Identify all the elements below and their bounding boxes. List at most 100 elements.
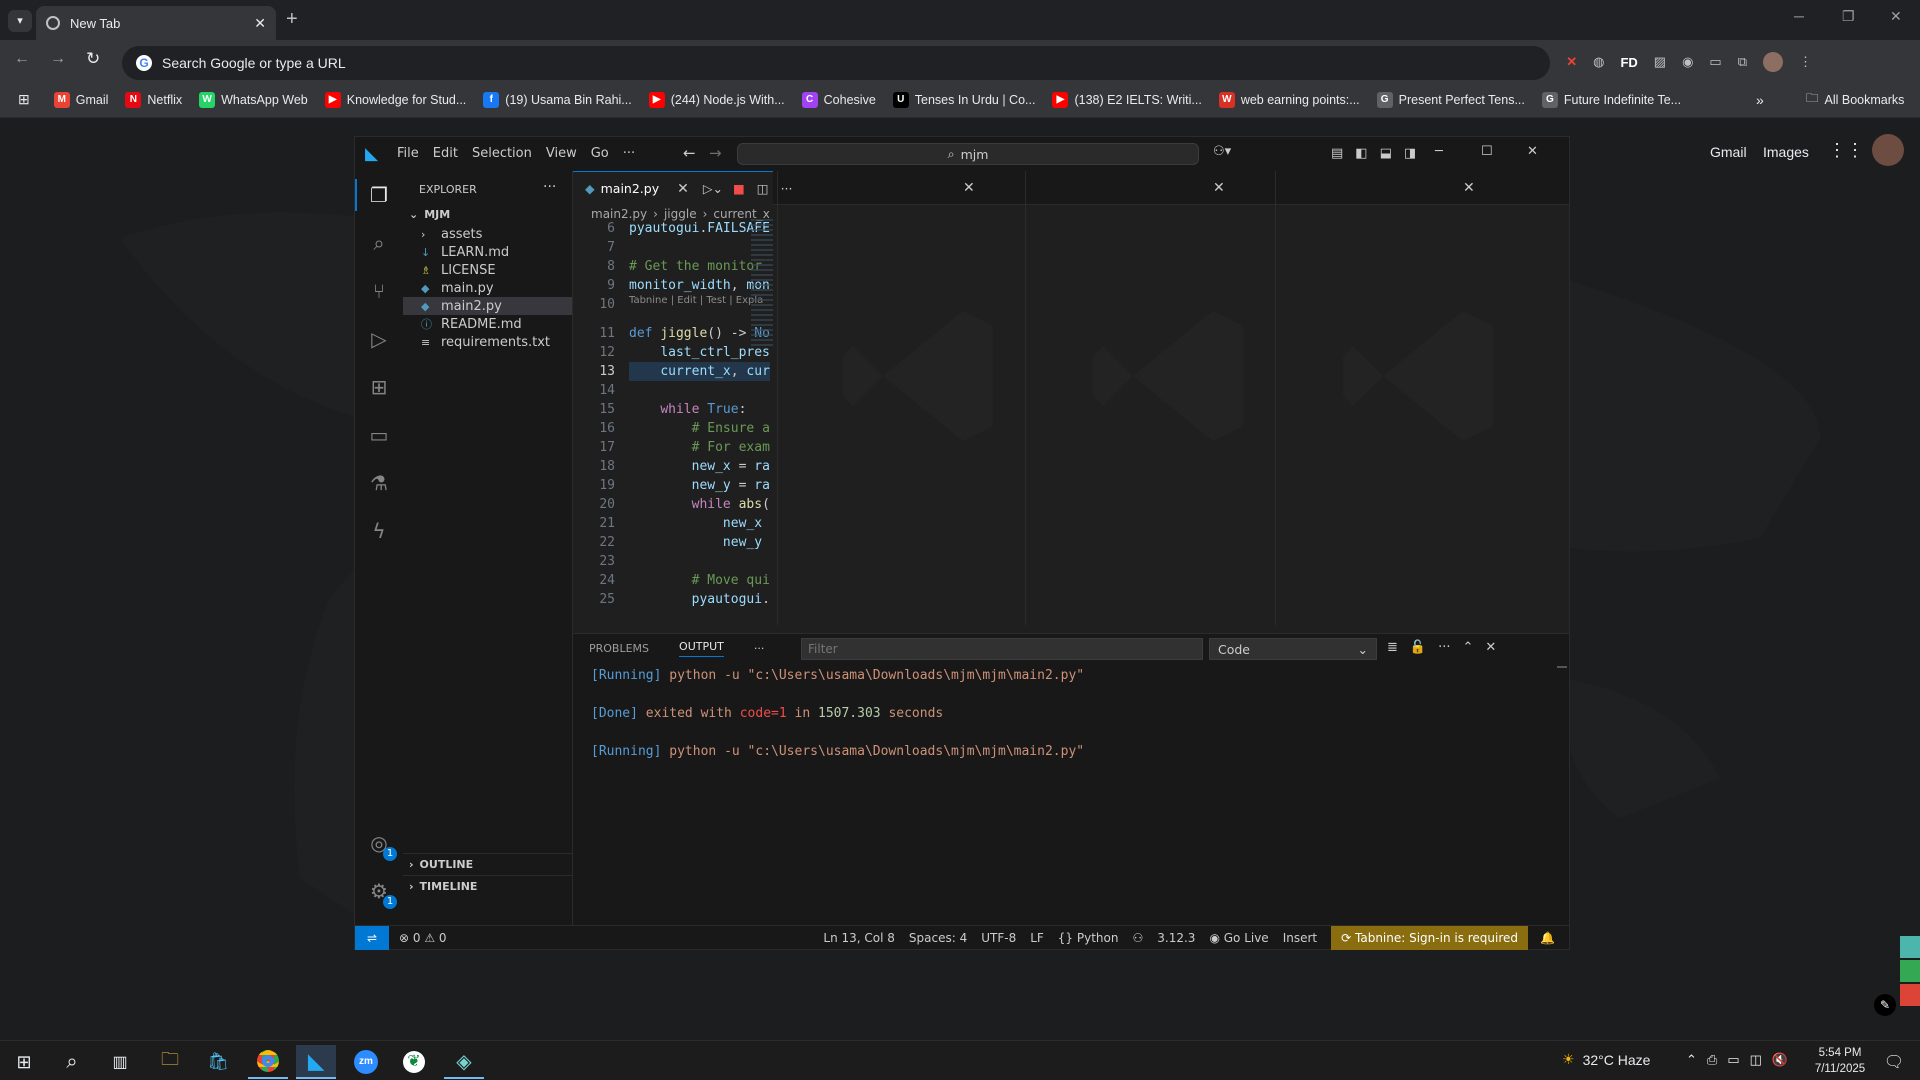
close-tab-icon[interactable]: ✕ (254, 15, 266, 32)
bookmark-item[interactable]: ▶ Knowledge for Stud... (324, 91, 466, 108)
bookmark-item[interactable]: f (19) Usama Bin Rahi... (483, 91, 632, 108)
reload-icon[interactable]: ↻ (86, 49, 100, 69)
line-ending[interactable]: LF (1030, 931, 1044, 945)
nav-back-icon[interactable]: ← (683, 144, 696, 162)
tabnine-codelens[interactable]: Tabnine | Edit | Test | Expla (629, 295, 763, 306)
testing-flask-icon[interactable]: ⚗ (367, 471, 391, 495)
close-group-3-icon[interactable]: ✕ (1213, 180, 1225, 196)
remote-explorer-icon[interactable]: ▭ (367, 423, 391, 447)
panel-overflow-icon[interactable]: ··· (1438, 640, 1450, 655)
bookmark-item[interactable]: W WhatsApp Web (199, 91, 308, 108)
file-tree-item[interactable]: ↓ LEARN.md (403, 243, 572, 261)
weather-widget[interactable]: ☀ 32°C Haze (1562, 1051, 1650, 1068)
side-widget-red[interactable] (1900, 984, 1920, 1006)
omnibox[interactable]: G Search Google or type a URL (122, 46, 1550, 80)
bookmark-item[interactable]: G Future Indefinite Te... (1541, 91, 1681, 108)
insert-mode[interactable]: Insert (1283, 931, 1317, 945)
gmail-link[interactable]: Gmail (1710, 144, 1747, 160)
customize-layout-icon[interactable]: ▤ (1331, 146, 1343, 161)
clear-output-icon[interactable]: ≣ (1387, 640, 1398, 655)
remote-indicator-icon[interactable]: ⇌ (355, 925, 389, 950)
bookmark-item[interactable]: ▶ (244) Node.js With... (648, 91, 785, 108)
bookmark-item[interactable]: M Gmail (53, 91, 108, 108)
volume-muted-icon[interactable]: 🔇 (1772, 1052, 1788, 1068)
network-warning-icon[interactable]: ⎙ (1707, 1052, 1717, 1068)
menu-item[interactable]: ··· (623, 146, 635, 161)
profile-avatar[interactable] (1763, 52, 1784, 72)
split-editor-icon[interactable]: ◫ (757, 181, 769, 196)
indentation[interactable]: Spaces: 4 (909, 931, 967, 945)
copilot-status-icon[interactable]: ⚇ (1133, 931, 1144, 945)
menu-item[interactable]: View (546, 146, 577, 161)
google-apps-icon[interactable]: ⋮⋮ (1828, 140, 1864, 161)
close-panel-icon[interactable]: ✕ (1485, 640, 1496, 655)
side-widget-teal[interactable] (1900, 936, 1920, 958)
all-bookmarks-button[interactable]: 🗀 All Bookmarks (1806, 89, 1904, 110)
tab-output[interactable]: OUTPUT (679, 640, 724, 657)
problems-status[interactable]: ⊗ 0 ⚠ 0 (399, 931, 447, 945)
browser-tab-new-tab[interactable]: New Tab ✕ (36, 6, 276, 40)
cursor-position[interactable]: Ln 13, Col 8 (823, 931, 895, 945)
menu-item[interactable]: Go (591, 146, 609, 161)
minimize-window-icon[interactable]: ─ (1794, 8, 1804, 24)
new-tab-plus-icon[interactable]: + (286, 8, 298, 31)
file-tree-item[interactable]: ◆ main2.py (403, 297, 572, 315)
menu-item[interactable]: Selection (472, 146, 532, 161)
run-python-icon[interactable]: ▷⌄ (703, 181, 723, 196)
file-explorer-icon[interactable]: 🗀 (150, 1045, 190, 1079)
folder-mjm[interactable]: ⌄ MJM (403, 203, 572, 225)
more-bookmarks-chevron-icon[interactable]: » (1756, 92, 1764, 108)
extension-image-icon[interactable]: ▨ (1654, 54, 1666, 70)
extension-globe-icon[interactable]: ◍ (1593, 54, 1604, 70)
menu-item[interactable]: File (397, 146, 419, 161)
vscode-taskbar-icon[interactable]: ◣ (296, 1045, 336, 1079)
wifi-icon[interactable]: ◫ (1750, 1052, 1762, 1068)
show-hidden-icons-chevron-icon[interactable]: ⌃ (1686, 1052, 1697, 1068)
lock-scroll-icon[interactable]: 🔓 (1410, 640, 1426, 655)
toggle-secondary-sidebar-icon[interactable]: ◨ (1404, 146, 1416, 161)
extension-fd-icon[interactable]: FD (1620, 55, 1637, 70)
restore-window-icon[interactable]: ❐ (1842, 8, 1855, 25)
windows-start-icon[interactable]: ⊞ (4, 1045, 44, 1079)
go-live-button[interactable]: ◉ Go Live (1209, 931, 1268, 945)
app-green-leaf-icon[interactable]: ❦ (394, 1045, 434, 1079)
images-link[interactable]: Images (1763, 144, 1809, 160)
tabnine-status[interactable]: ⟳ Tabnine: Sign-in is required (1331, 925, 1529, 950)
chrome-taskbar-icon[interactable] (248, 1045, 288, 1079)
extensions-icon[interactable]: ⊞ (367, 375, 391, 399)
vscode-close-icon[interactable]: ✕ (1527, 144, 1538, 159)
back-arrow-icon[interactable]: ← (14, 50, 30, 68)
app-diamond-icon[interactable]: ◈ (444, 1045, 484, 1079)
file-tree-item[interactable]: ⓘ README.md (403, 315, 572, 333)
zoom-taskbar-icon[interactable]: zm (346, 1045, 386, 1079)
bookmark-item[interactable]: U Tenses In Urdu | Co... (892, 91, 1035, 108)
extension-box-icon[interactable]: ▭ (1709, 54, 1721, 70)
panel-scrollbar[interactable] (1557, 666, 1567, 668)
encoding[interactable]: UTF-8 (981, 931, 1016, 945)
bookmark-item[interactable]: Wweb earning points:... (1218, 91, 1360, 108)
notification-center-icon[interactable]: 🗨 (1874, 1045, 1914, 1079)
task-view-icon[interactable]: ▥ (100, 1045, 140, 1079)
toggle-sidebar-icon[interactable]: ◧ (1355, 146, 1367, 161)
nav-forward-icon[interactable]: → (709, 144, 722, 162)
extensions-puzzle-icon[interactable]: ⧉ (1738, 54, 1747, 70)
source-control-icon[interactable]: ⑂ (367, 279, 391, 303)
timeline-section[interactable]: › TIMELINE (403, 875, 572, 897)
outline-section[interactable]: › OUTLINE (403, 853, 572, 875)
file-tree-item[interactable]: ≡ requirements.txt (403, 333, 572, 351)
apps-grid-icon[interactable]: ⊞ (18, 91, 30, 108)
taskbar-search-icon[interactable]: ⌕ (52, 1045, 92, 1079)
file-tree-item[interactable]: ◆ main.py (403, 279, 572, 297)
editor-tab-main2[interactable]: ◆ main2.py ✕ ▷⌄ ■ ◫ ··· (573, 171, 793, 205)
google-account-avatar[interactable] (1872, 134, 1904, 166)
toggle-panel-icon[interactable]: ⬓ (1380, 146, 1392, 161)
maximize-panel-icon[interactable]: ⌃ (1463, 640, 1474, 655)
explorer-more-icon[interactable]: ··· (543, 179, 556, 195)
clock[interactable]: 5:54 PM 7/11/2025 (1810, 1045, 1870, 1077)
bookmark-item[interactable]: C Cohesive (801, 91, 876, 108)
file-tree-item[interactable]: › assets (403, 225, 572, 243)
chrome-menu-icon[interactable]: ⋮ (1799, 54, 1812, 70)
vscode-minimize-icon[interactable]: ─ (1435, 144, 1443, 159)
vscode-maximize-icon[interactable]: ☐ (1481, 144, 1493, 159)
close-group-4-icon[interactable]: ✕ (1463, 180, 1475, 196)
